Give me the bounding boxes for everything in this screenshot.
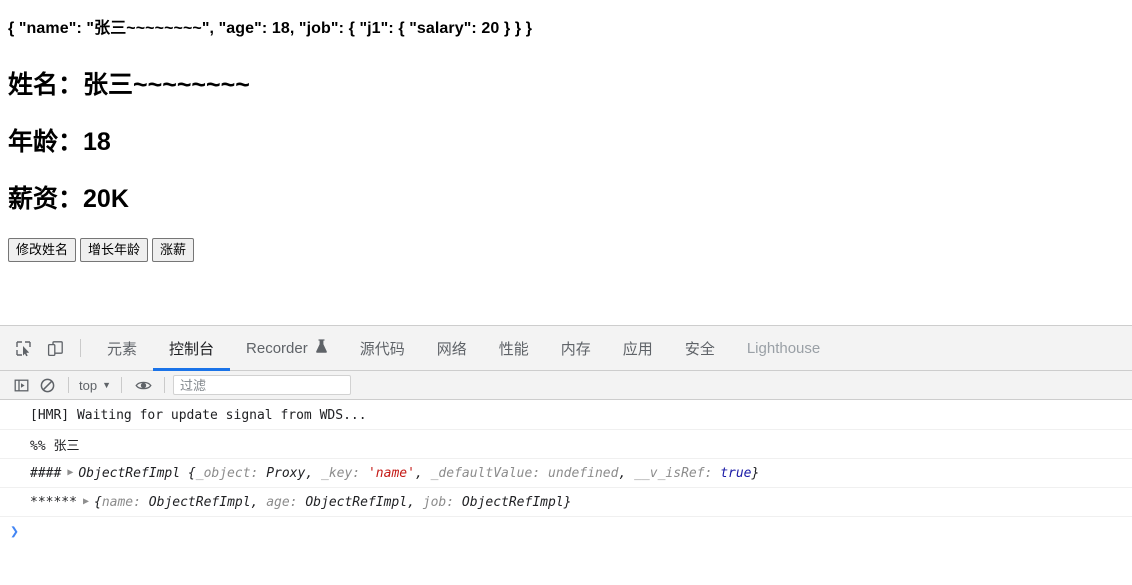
console-message-hmr: [HMR] Waiting for update signal from WDS… xyxy=(0,401,1132,430)
chevron-down-icon: ▼ xyxy=(102,380,111,390)
devtools-tabstrip: 元素 控制台 Recorder 源代码 网络 性能 内存 应用 安全 Light… xyxy=(0,326,1132,371)
age-heading-value: 18 xyxy=(83,128,111,156)
console-message-log-name: %% 张三 xyxy=(0,430,1132,459)
tab-recorder[interactable]: Recorder xyxy=(230,326,344,371)
object-prop-key: name: xyxy=(101,494,149,510)
tab-memory-label: 内存 xyxy=(560,340,591,358)
tab-elements[interactable]: 元素 xyxy=(91,326,153,371)
console-message-prefix: ****** xyxy=(30,494,77,510)
tab-performance-label: 性能 xyxy=(498,340,529,358)
tab-application-label: 应用 xyxy=(622,340,653,358)
execution-context-selector[interactable]: top ▼ xyxy=(77,378,113,393)
raise-salary-button[interactable]: 涨薪 xyxy=(152,238,195,262)
console-message-object: ****** ▶ { name: ObjectRefImpl , age: Ob… xyxy=(0,488,1132,517)
change-name-button[interactable]: 修改姓名 xyxy=(8,238,77,262)
object-prop-key: __v_isRef: xyxy=(634,465,721,481)
console-message-objectrefimpl: #### ▶ ObjectRefImpl { _object: Proxy , … xyxy=(0,459,1132,488)
age-heading-label: 年龄： xyxy=(8,128,84,156)
object-comma: , xyxy=(618,465,635,481)
object-prop-key: job: xyxy=(422,494,462,510)
console-message-text: %% 张三 xyxy=(30,438,80,454)
inspect-element-icon[interactable] xyxy=(8,333,38,363)
tab-network-label: 网络 xyxy=(436,340,467,358)
tabstrip-separator xyxy=(80,339,81,357)
object-prop-value: undefined xyxy=(548,465,619,481)
console-message-list: [HMR] Waiting for update signal from WDS… xyxy=(0,401,1132,585)
object-prop-value: ObjectRefImpl xyxy=(148,494,251,510)
tab-performance[interactable]: 性能 xyxy=(483,326,545,371)
expand-triangle-icon[interactable]: ▶ xyxy=(67,467,73,478)
clear-console-icon[interactable] xyxy=(34,373,60,397)
execution-context-label: top xyxy=(79,377,98,393)
object-prop-value: true xyxy=(720,465,752,481)
tab-network[interactable]: 网络 xyxy=(421,326,483,371)
object-close-brace: } xyxy=(751,465,760,481)
expand-triangle-icon[interactable]: ▶ xyxy=(83,496,89,507)
action-button-row: 修改姓名 增长年龄 涨薪 xyxy=(8,238,195,262)
live-expression-eye-icon[interactable] xyxy=(130,373,156,397)
rendered-app-viewport: { "name": "张三~~~~~~~~", "age": 18, "job"… xyxy=(0,0,1132,325)
age-heading: 年龄：18 xyxy=(8,122,111,158)
tab-application[interactable]: 应用 xyxy=(607,326,669,371)
console-prompt-row[interactable]: ❯ xyxy=(0,517,1132,545)
tab-console-label: 控制台 xyxy=(169,340,215,358)
tab-sources-label: 源代码 xyxy=(359,340,405,358)
console-prompt-input[interactable] xyxy=(19,520,1132,542)
tab-console[interactable]: 控制台 xyxy=(153,326,231,371)
object-comma: , xyxy=(305,465,321,481)
object-prop-key: _defaultValue: xyxy=(430,465,548,481)
object-prop-key: age: xyxy=(266,494,306,510)
tab-lighthouse[interactable]: Lighthouse xyxy=(731,326,836,371)
object-constructor-name: ObjectRefImpl xyxy=(78,465,181,481)
console-sidebar-icon[interactable] xyxy=(8,373,34,397)
prompt-caret-icon: ❯ xyxy=(10,522,20,540)
console-toolbar-separator-2 xyxy=(121,377,122,393)
console-filter-input[interactable] xyxy=(173,375,351,395)
object-prop-value: ObjectRefImpl xyxy=(305,494,408,510)
console-toolbar: top ▼ xyxy=(0,371,1132,400)
flask-icon xyxy=(315,338,328,358)
salary-heading-label: 薪资： xyxy=(8,185,84,213)
console-toolbar-separator-3 xyxy=(164,377,165,393)
name-heading-label: 姓名： xyxy=(8,71,84,99)
console-message-prefix: #### xyxy=(30,465,62,481)
object-prop-value: Proxy xyxy=(266,465,306,481)
devtools-panel: 元素 控制台 Recorder 源代码 网络 性能 内存 应用 安全 Light… xyxy=(0,325,1132,585)
object-comma: , xyxy=(407,494,423,510)
name-heading: 姓名：张三~~~~~~~~ xyxy=(8,65,250,101)
object-close-brace: } xyxy=(563,494,572,510)
tab-recorder-label: Recorder xyxy=(246,339,308,357)
devtools-tablist: 元素 控制台 Recorder 源代码 网络 性能 内存 应用 安全 Light… xyxy=(91,326,836,371)
tab-security-label: 安全 xyxy=(684,340,715,358)
object-prop-key: _object: xyxy=(195,465,267,481)
salary-heading-value: 20K xyxy=(83,185,129,213)
object-comma: , xyxy=(414,465,431,481)
object-prop-value: 'name' xyxy=(367,465,415,481)
tab-security[interactable]: 安全 xyxy=(669,326,731,371)
increase-age-button[interactable]: 增长年龄 xyxy=(80,238,149,262)
object-open-brace: { xyxy=(94,494,102,510)
json-output-line: { "name": "张三~~~~~~~~", "age": 18, "job"… xyxy=(8,20,533,37)
object-prop-value: ObjectRefImpl xyxy=(461,494,564,510)
object-prop-key: _key: xyxy=(321,465,368,481)
object-comma: , xyxy=(250,494,267,510)
console-message-text: [HMR] Waiting for update signal from WDS… xyxy=(30,407,367,423)
device-toolbar-icon[interactable] xyxy=(40,333,70,363)
tab-sources[interactable]: 源代码 xyxy=(344,326,421,371)
salary-heading: 薪资：20K xyxy=(8,179,129,215)
tab-memory[interactable]: 内存 xyxy=(545,326,607,371)
tab-lighthouse-label: Lighthouse xyxy=(746,339,821,357)
object-open-brace: { xyxy=(180,465,196,481)
tab-elements-label: 元素 xyxy=(107,340,138,358)
name-heading-value: 张三~~~~~~~~ xyxy=(83,71,250,99)
console-toolbar-separator-1 xyxy=(68,377,69,393)
